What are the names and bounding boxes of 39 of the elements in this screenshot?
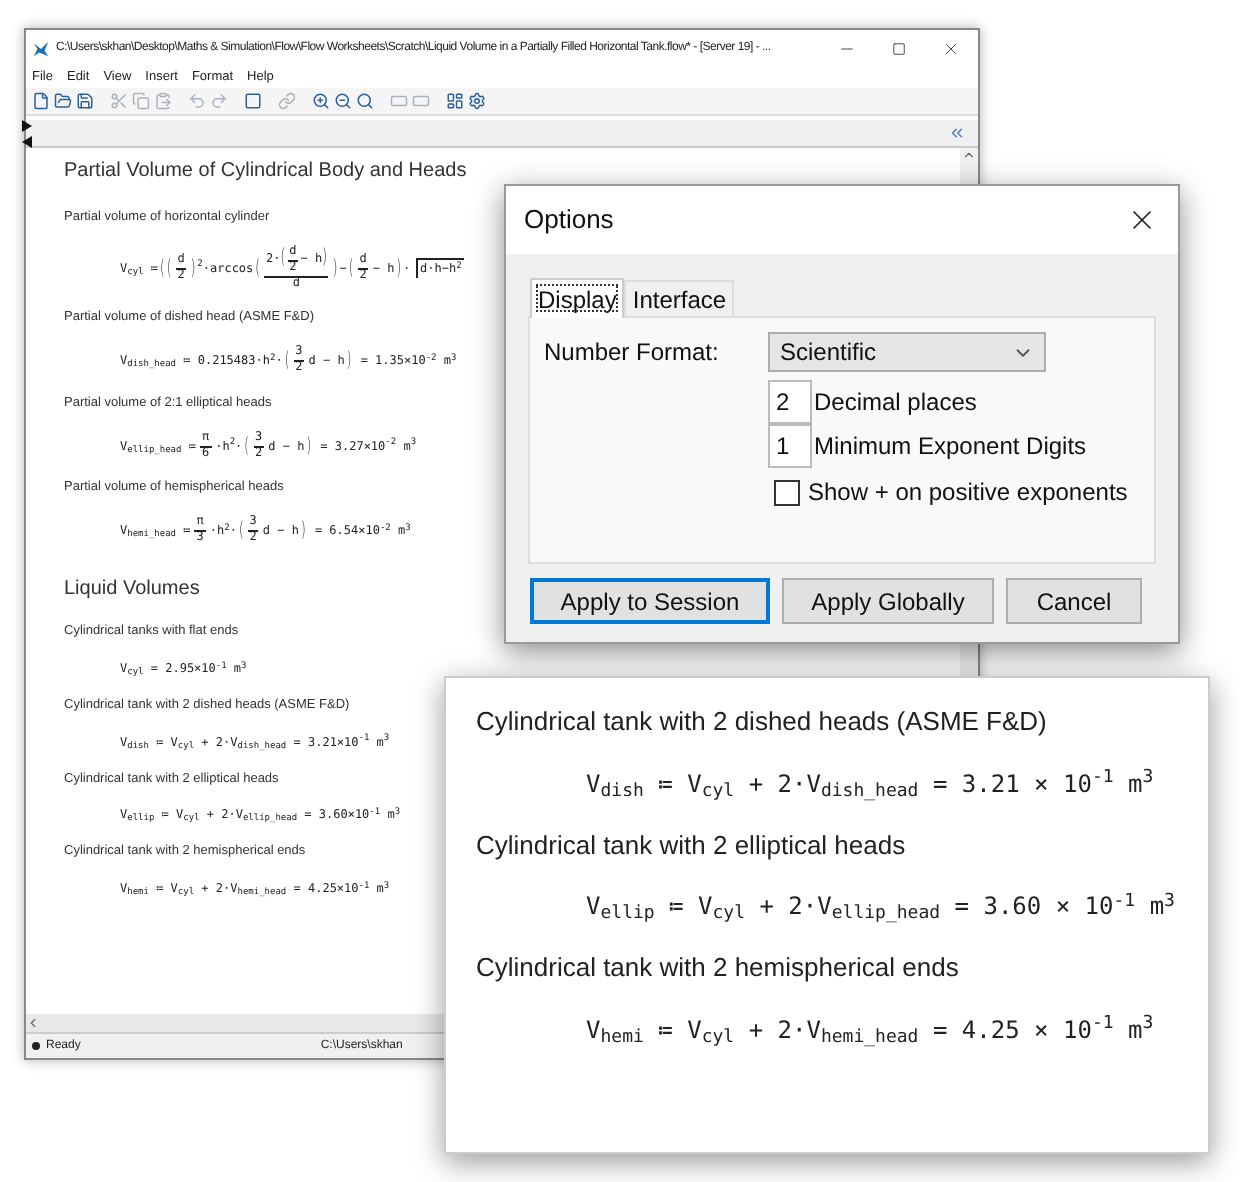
number-format-select[interactable]: Scientific <box>768 332 1046 372</box>
dialog-button[interactable]: Cancel <box>1006 578 1142 624</box>
dialog-button[interactable]: Apply to Session <box>530 578 770 624</box>
note-text: Cylindrical tank with 2 hemispherical ends <box>476 950 959 986</box>
tab[interactable]: Display <box>530 278 625 318</box>
equation: V$_{hemi}$ ≔ V$_{cyl}$ + 2·V$_{hemi_head}$ = 4.25 × 10$^{-1}$ m$^{3}$ <box>586 1012 1154 1047</box>
search-icon[interactable] <box>356 92 374 110</box>
collapse-icon[interactable] <box>948 124 966 142</box>
zoom-in-icon[interactable] <box>312 92 330 110</box>
layout-icon[interactable] <box>446 92 464 110</box>
settings-icon[interactable] <box>468 92 486 110</box>
file-icon[interactable] <box>32 92 50 110</box>
app-icon <box>32 39 50 57</box>
checkbox[interactable] <box>774 479 800 505</box>
scroll-left-icon[interactable] <box>26 1016 40 1030</box>
scroll-up-icon[interactable] <box>962 148 976 162</box>
close-icon[interactable] <box>942 39 960 57</box>
checkbox-label: Show + on positive exponents <box>808 476 1128 510</box>
note-text: Cylindrical tank with 2 elliptical heads <box>476 827 906 864</box>
maximize-icon[interactable] <box>892 41 906 55</box>
folder-icon[interactable] <box>54 92 72 110</box>
ruler-marker-icon <box>22 120 34 148</box>
dialog-button[interactable]: Apply Globally <box>782 578 994 624</box>
field-label: Number Format: <box>544 336 721 370</box>
zoom-out-icon[interactable] <box>334 92 352 110</box>
field-label: Minimum Exponent Digits <box>814 430 1087 464</box>
bullet-icon <box>32 1042 40 1050</box>
save-icon[interactable] <box>76 92 94 110</box>
section-heading: Partial Volume of Cylindrical Body and Heads <box>64 158 467 186</box>
note-text: Cylindrical tank with 2 dished heads (ASME F&D) <box>476 704 1047 740</box>
number-field[interactable]: 1 <box>768 424 812 468</box>
equation: V$_{ellip}$ ≔ V$_{cyl}$ + 2·V$_{ellip_head}$ = 3.60 × 10$^{-1}$ m$^{3}$ <box>586 889 1175 924</box>
square-icon[interactable] <box>244 92 262 110</box>
tab[interactable]: Interface <box>624 280 735 316</box>
equation: V$_{dish}$ ≔ V$_{cyl}$ + 2·V$_{dish_head}$ = 3.21 × 10$^{-1}$ m$^{3}$ <box>586 766 1154 801</box>
field-label: Decimal places <box>814 386 977 420</box>
section-heading: Liquid Volumes <box>64 576 200 605</box>
number-field[interactable]: 2 <box>768 380 812 424</box>
dialog-title: Options <box>524 202 614 239</box>
